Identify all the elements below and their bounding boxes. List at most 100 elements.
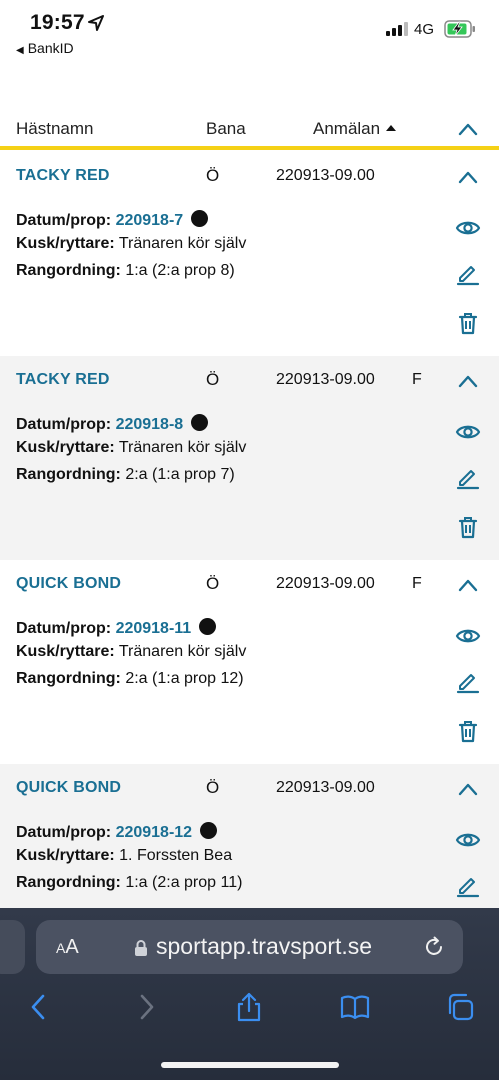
horse-name-link[interactable]: TACKY RED [16, 167, 110, 185]
kusk-value: Tränaren kör själv [118, 643, 247, 660]
flag-value: F [412, 371, 422, 388]
collapse-chevron-up-icon[interactable] [458, 578, 478, 592]
sort-ascending-icon [386, 125, 397, 131]
horse-name-link[interactable]: QUICK BOND [16, 779, 121, 797]
datum-prop-line: Datum/prop: 220918-11 [16, 616, 217, 638]
kusk-label: Kusk/ryttare: [16, 235, 115, 252]
entries-list: TACKY RED Ö 220913-09.00 Datum/prop: 220… [0, 152, 499, 968]
datum-label: Datum/prop: [16, 824, 112, 841]
rang-line: Rangordning: 2:a (1:a prop 12) [16, 670, 244, 688]
status-dot-icon [191, 210, 209, 227]
kusk-value: Tränaren kör själv [118, 439, 247, 456]
datum-prop-line: Datum/prop: 220918-8 [16, 412, 209, 434]
battery-charging-icon [444, 20, 475, 38]
prop-link[interactable]: 220918-12 [116, 824, 193, 841]
collapse-all-chevron-up-icon[interactable] [458, 122, 478, 136]
status-dot-icon [191, 414, 209, 431]
kusk-label: Kusk/ryttare: [16, 643, 115, 660]
signal-icon [386, 22, 408, 36]
browser-toolbar: AAAA sportapp.travsport.se [0, 908, 499, 1080]
flag-value: F [412, 575, 422, 592]
rang-label: Rangordning: [16, 670, 121, 687]
forward-icon[interactable] [131, 992, 161, 1022]
entry-row: QUICK BOND Ö 220913-09.00 F Datum/prop: … [0, 560, 499, 764]
collapse-chevron-up-icon[interactable] [458, 374, 478, 388]
table-header: Hästnamn Bana Anmälan [0, 112, 499, 150]
header-anmalan-label: Anmälan [313, 119, 381, 138]
network-type: 4G [414, 21, 435, 38]
datum-label: Datum/prop: [16, 416, 112, 433]
status-dot-icon [199, 618, 217, 635]
back-app-label: BankID [27, 40, 74, 56]
share-icon[interactable] [234, 992, 264, 1022]
prop-link[interactable]: 220918-11 [116, 620, 192, 637]
edit-pencil-icon[interactable] [455, 872, 481, 898]
back-to-app-link[interactable]: ◀ BankID [16, 40, 74, 56]
datum-prop-line: Datum/prop: 220918-7 [16, 208, 209, 230]
anmalan-value: 220913-09.00 [276, 167, 375, 184]
home-indicator [161, 1062, 339, 1068]
view-eye-icon[interactable] [455, 623, 481, 649]
url-text[interactable]: sportapp.travsport.se [156, 933, 372, 960]
rang-label: Rangordning: [16, 874, 121, 891]
prop-link[interactable]: 220918-7 [116, 212, 184, 229]
rang-label: Rangordning: [16, 262, 121, 279]
kusk-value: Tränaren kör själv [118, 235, 247, 252]
delete-trash-icon[interactable] [455, 310, 481, 336]
header-bana[interactable]: Bana [206, 119, 246, 139]
view-eye-icon[interactable] [455, 419, 481, 445]
rang-value: 2:a (1:a prop 7) [125, 466, 235, 483]
location-arrow-icon [88, 15, 104, 31]
kusk-line: Kusk/ryttare: Tränaren kör själv [16, 235, 246, 253]
anmalan-value: 220913-09.00 [276, 371, 375, 388]
kusk-line: Kusk/ryttare: Tränaren kör själv [16, 643, 246, 661]
collapse-chevron-up-icon[interactable] [458, 170, 478, 184]
reload-icon[interactable] [422, 935, 446, 959]
rang-label: Rangordning: [16, 466, 121, 483]
delete-trash-icon[interactable] [455, 718, 481, 744]
collapse-chevron-up-icon[interactable] [458, 782, 478, 796]
bookmarks-icon[interactable] [340, 992, 370, 1022]
prop-link[interactable]: 220918-8 [116, 416, 184, 433]
address-bar[interactable]: AAAA sportapp.travsport.se [36, 920, 463, 974]
status-dot-icon [200, 822, 218, 839]
header-hastnamn[interactable]: Hästnamn [16, 119, 93, 139]
header-anmalan[interactable]: Anmälan [313, 119, 397, 139]
rang-value: 2:a (1:a prop 12) [125, 670, 244, 687]
status-bar: 19:57 ◀ BankID 4G [0, 0, 499, 64]
kusk-line: Kusk/ryttare: 1. Forssten Bea [16, 847, 232, 865]
kusk-value: 1. Forssten Bea [119, 847, 233, 864]
datum-label: Datum/prop: [16, 212, 112, 229]
bana-value: Ö [206, 166, 220, 185]
edit-pencil-icon[interactable] [455, 260, 481, 286]
edit-pencil-icon[interactable] [455, 668, 481, 694]
previous-tab-peek[interactable] [0, 920, 25, 974]
kusk-label: Kusk/ryttare: [16, 847, 115, 864]
view-eye-icon[interactable] [455, 827, 481, 853]
rang-line: Rangordning: 1:a (2:a prop 11) [16, 874, 242, 892]
delete-trash-icon[interactable] [455, 514, 481, 540]
view-eye-icon[interactable] [455, 215, 481, 241]
back-triangle-icon: ◀ [16, 45, 24, 56]
horse-name-link[interactable]: TACKY RED [16, 371, 110, 389]
tabs-icon[interactable] [445, 992, 475, 1022]
entry-row: TACKY RED Ö 220913-09.00 F Datum/prop: 2… [0, 356, 499, 560]
rang-line: Rangordning: 1:a (2:a prop 8) [16, 262, 235, 280]
rang-value: 1:a (2:a prop 8) [125, 262, 235, 279]
lock-icon [135, 940, 147, 956]
rang-value: 1:a (2:a prop 11) [125, 874, 243, 891]
horse-name-link[interactable]: QUICK BOND [16, 575, 121, 593]
anmalan-value: 220913-09.00 [276, 779, 375, 796]
datum-label: Datum/prop: [16, 620, 112, 637]
status-time: 19:57 [30, 11, 85, 34]
edit-pencil-icon[interactable] [455, 464, 481, 490]
datum-prop-line: Datum/prop: 220918-12 [16, 820, 218, 842]
reader-aa-button[interactable]: AAAA [56, 936, 79, 959]
rang-line: Rangordning: 2:a (1:a prop 7) [16, 466, 235, 484]
anmalan-value: 220913-09.00 [276, 575, 375, 592]
back-icon[interactable] [24, 992, 54, 1022]
bana-value: Ö [206, 574, 220, 593]
bana-value: Ö [206, 778, 220, 797]
entry-row: TACKY RED Ö 220913-09.00 Datum/prop: 220… [0, 152, 499, 356]
kusk-label: Kusk/ryttare: [16, 439, 115, 456]
